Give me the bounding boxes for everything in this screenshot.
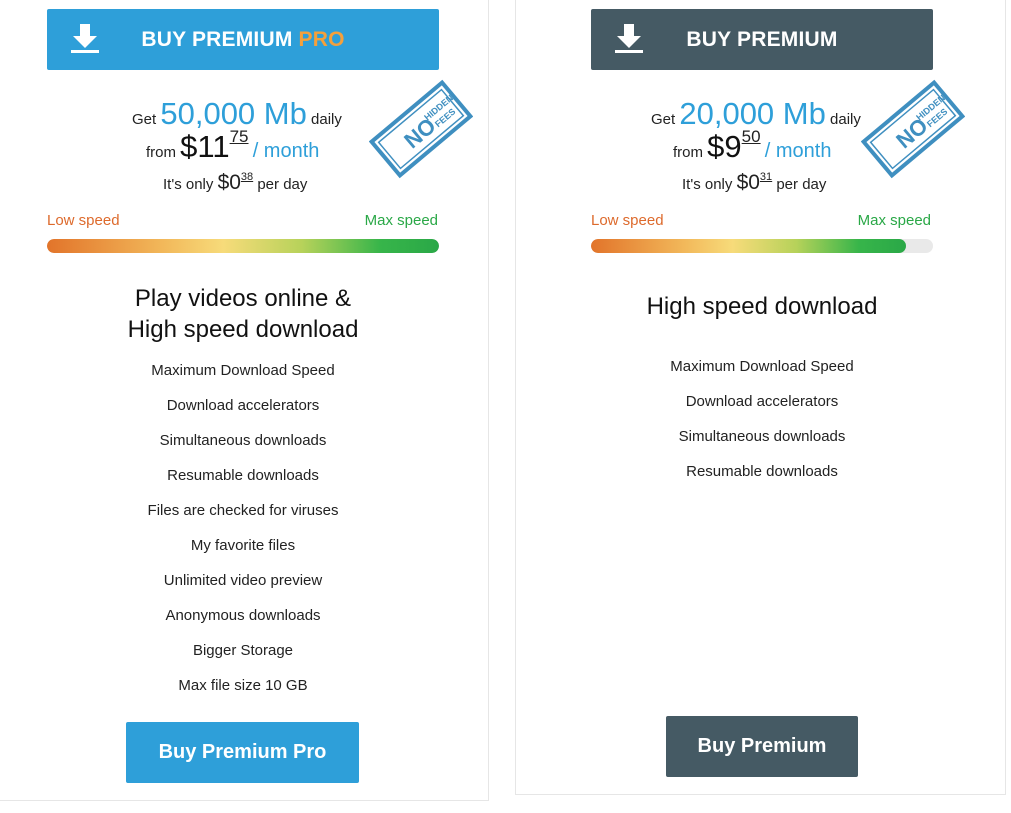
feature-item: Unlimited video preview <box>163 572 323 589</box>
per-day-label: per day <box>776 176 827 193</box>
feature-item: Bigger Storage <box>192 642 294 659</box>
speed-bar-fill <box>591 239 906 253</box>
daily-label: daily <box>830 111 861 128</box>
feature-item: Anonymous downloads <box>165 607 321 624</box>
day-price-cents: 31 <box>759 171 773 183</box>
plan-heading: High speed download <box>562 291 962 322</box>
price-whole: $9 <box>707 129 742 164</box>
day-price-cents: 38 <box>240 171 254 183</box>
price-whole: $11 <box>180 129 230 164</box>
speed-bar <box>47 239 439 253</box>
low-speed-label: Low speed <box>591 212 664 229</box>
only-label: It's only <box>682 176 733 193</box>
daily-price: It's only $031 per day <box>682 171 826 195</box>
feature-item: Resumable downloads <box>686 463 838 480</box>
feature-item: Resumable downloads <box>167 467 319 484</box>
buy-premium-top-button[interactable]: BUY PREMIUM <box>591 9 933 70</box>
feature-item: Files are checked for viruses <box>147 502 339 519</box>
plan-heading: Play videos online & High speed download <box>43 283 443 345</box>
per-month-label: / month <box>764 140 832 162</box>
max-speed-label: Max speed <box>857 212 931 229</box>
daily-price: It's only $038 per day <box>163 171 307 195</box>
feature-list: Maximum Download Speed Download accelera… <box>43 353 443 703</box>
top-button-label: BUY PREMIUM <box>686 27 838 51</box>
monthly-price: from $1175 / month <box>146 127 320 165</box>
plan-heading-line-1: High speed download <box>646 293 878 320</box>
get-label: Get <box>651 111 676 128</box>
buy-premium-pro-button[interactable]: Buy Premium Pro <box>126 722 359 783</box>
daily-amount: 50,000 Mb <box>160 96 307 131</box>
feature-item: Max file size 10 GB <box>178 677 308 694</box>
day-price-whole: $0 <box>736 171 760 194</box>
feature-item: My favorite files <box>190 537 296 554</box>
feature-item: Maximum Download Speed <box>670 358 854 375</box>
daily-label: daily <box>311 111 342 128</box>
max-speed-label: Max speed <box>364 212 438 229</box>
premium-plan-card: BUY PREMIUM Get 20,000 Mb daily from $95… <box>515 0 1006 795</box>
feature-item: Simultaneous downloads <box>159 432 327 449</box>
only-label: It's only <box>163 176 214 193</box>
buy-premium-button[interactable]: Buy Premium <box>666 716 858 777</box>
download-icon <box>71 24 99 53</box>
no-hidden-fees-stamp: NO HIDDEN FEES <box>861 79 965 179</box>
monthly-price: from $950 / month <box>673 127 832 165</box>
price-cents: 50 <box>741 127 761 146</box>
feature-item: Maximum Download Speed <box>151 362 335 379</box>
no-hidden-fees-stamp: NO HIDDEN FEES <box>369 79 473 179</box>
top-button-label: BUY PREMIUM <box>141 27 293 51</box>
speed-bar-fill <box>47 239 439 253</box>
day-price-whole: $0 <box>217 171 241 194</box>
feature-list: Maximum Download Speed Download accelera… <box>562 349 962 489</box>
daily-amount: 20,000 Mb <box>679 96 826 131</box>
buy-premium-pro-top-button[interactable]: BUY PREMIUM PRO <box>47 9 439 70</box>
per-month-label: / month <box>252 140 320 162</box>
plan-heading-line-2: High speed download <box>127 316 359 343</box>
feature-item: Download accelerators <box>166 397 320 414</box>
speed-bar <box>591 239 933 253</box>
download-icon <box>615 24 643 53</box>
per-day-label: per day <box>257 176 308 193</box>
from-label: from <box>146 144 176 161</box>
plan-heading-line-1: Play videos online & <box>134 285 352 312</box>
feature-item: Simultaneous downloads <box>678 428 846 445</box>
from-label: from <box>673 144 703 161</box>
get-label: Get <box>132 111 157 128</box>
feature-item: Download accelerators <box>685 393 839 410</box>
top-button-accent-label: PRO <box>298 27 345 51</box>
low-speed-label: Low speed <box>47 212 120 229</box>
premium-pro-plan-card: BUY PREMIUM PRO Get 50,000 Mb daily from… <box>0 0 489 801</box>
price-cents: 75 <box>229 127 249 146</box>
